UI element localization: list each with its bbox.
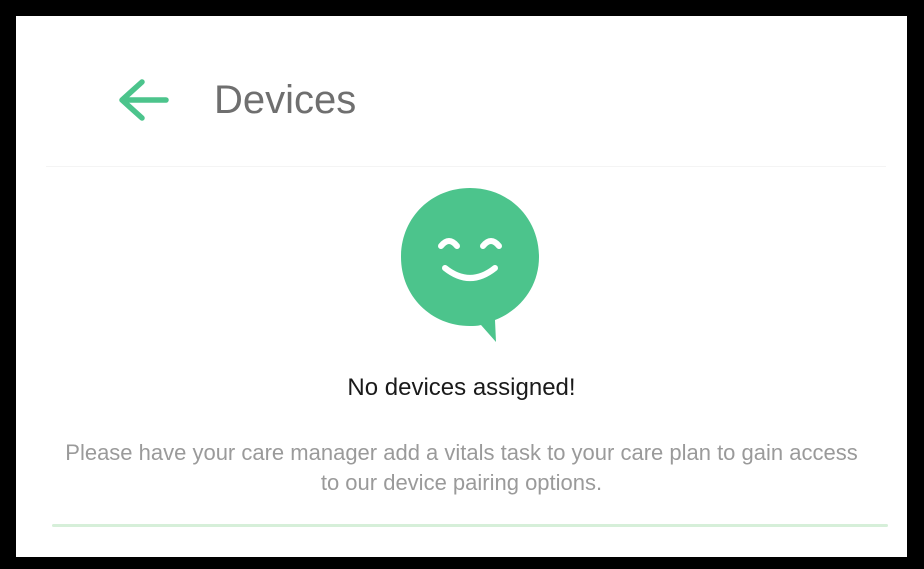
device-frame: Devices No devices assigned! Please have… — [0, 0, 924, 569]
back-button[interactable] — [112, 74, 176, 126]
empty-state-title: No devices assigned! — [347, 374, 576, 401]
empty-state-message: Please have your care manager add a vita… — [65, 440, 858, 495]
arrow-left-icon — [119, 79, 169, 121]
bottom-divider — [52, 524, 888, 527]
header-divider — [46, 166, 886, 167]
app-bar: Devices — [16, 16, 907, 166]
smiley-speech-bubble-icon — [401, 188, 539, 342]
devices-screen: Devices No devices assigned! Please have… — [16, 16, 907, 557]
page-title: Devices — [214, 78, 357, 122]
